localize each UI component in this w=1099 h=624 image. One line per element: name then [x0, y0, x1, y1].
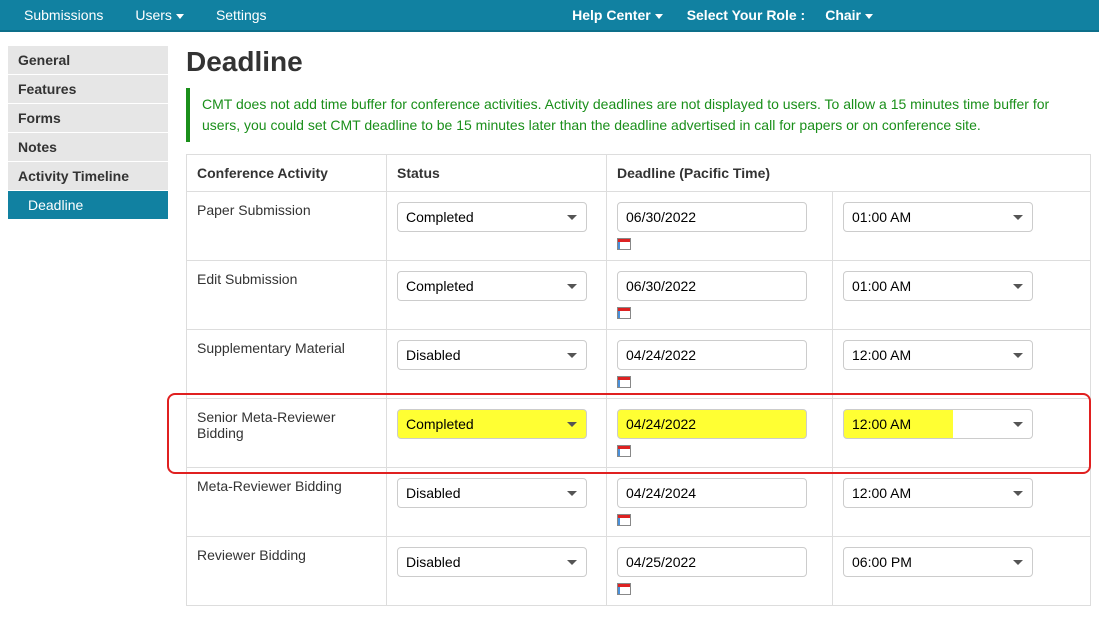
date-cell [607, 537, 833, 606]
time-select[interactable]: 06:00 PM [843, 547, 1033, 577]
th-activity: Conference Activity [187, 155, 387, 192]
date-input[interactable] [617, 202, 807, 232]
calendar-icon[interactable] [617, 307, 631, 319]
date-input[interactable] [617, 547, 807, 577]
status-cell: CompletedDisabled [387, 192, 607, 261]
table-row: Senior Meta-Reviewer Bidding CompletedDis… [187, 399, 1091, 468]
table-row: Reviewer Bidding CompletedDisabled 06:00 P… [187, 537, 1091, 606]
side-notes[interactable]: Notes [8, 133, 168, 162]
side-notes-label: Notes [18, 139, 57, 155]
help-center-label: Help Center [572, 7, 651, 23]
status-cell: CompletedDisabled [387, 399, 607, 468]
date-input[interactable] [617, 409, 807, 439]
nav-submissions-label: Submissions [24, 7, 103, 23]
nav-submissions[interactable]: Submissions [10, 1, 117, 29]
time-select[interactable]: 12:00 AM [843, 409, 1033, 439]
status-cell: CompletedDisabled [387, 261, 607, 330]
table-row: Edit Submission CompletedDisabled 01:00 AM [187, 261, 1091, 330]
time-select[interactable]: 12:00 AM [843, 478, 1033, 508]
calendar-icon[interactable] [617, 514, 631, 526]
th-deadline: Deadline (Pacific Time) [607, 155, 1091, 192]
calendar-icon[interactable] [617, 376, 631, 388]
time-select[interactable]: 01:00 AM [843, 202, 1033, 232]
side-deadline[interactable]: Deadline [8, 191, 168, 219]
side-deadline-label: Deadline [28, 197, 83, 213]
th-status: Status [387, 155, 607, 192]
status-select[interactable]: CompletedDisabled [397, 340, 587, 370]
nav-users-label: Users [135, 7, 172, 23]
side-activity-timeline[interactable]: Activity Timeline [8, 162, 168, 191]
info-alert: CMT does not add time buffer for confere… [186, 88, 1091, 142]
time-cell: 01:00 AM [833, 261, 1091, 330]
side-general[interactable]: General [8, 46, 168, 75]
status-cell: CompletedDisabled [387, 537, 607, 606]
deadline-table: Conference Activity Status Deadline (Pac… [186, 154, 1091, 606]
main: Deadline CMT does not add time buffer fo… [186, 46, 1091, 606]
side-general-label: General [18, 52, 70, 68]
calendar-icon[interactable] [617, 238, 631, 250]
date-cell [607, 399, 833, 468]
side-forms-label: Forms [18, 110, 61, 126]
calendar-icon[interactable] [617, 445, 631, 457]
date-input[interactable] [617, 478, 807, 508]
table-row: Paper Submission CompletedDisabled 01:00 A… [187, 192, 1091, 261]
status-cell: CompletedDisabled [387, 330, 607, 399]
sidebar: General Features Forms Notes Activity Ti… [8, 46, 168, 606]
calendar-icon[interactable] [617, 583, 631, 595]
help-center-link[interactable]: Help Center [558, 1, 677, 29]
side-features[interactable]: Features [8, 75, 168, 104]
table-row: Supplementary Material CompletedDisabled 1… [187, 330, 1091, 399]
status-select[interactable]: CompletedDisabled [397, 478, 587, 508]
side-features-label: Features [18, 81, 76, 97]
status-select[interactable]: CompletedDisabled [397, 202, 587, 232]
status-cell: CompletedDisabled [387, 468, 607, 537]
time-cell: 06:00 PM [833, 537, 1091, 606]
activity-cell: Supplementary Material [187, 330, 387, 399]
status-select[interactable]: CompletedDisabled [397, 409, 587, 439]
date-cell [607, 261, 833, 330]
role-value: Chair [825, 7, 861, 23]
nav-settings-label: Settings [216, 7, 267, 23]
caret-down-icon [176, 14, 184, 19]
topnav-left: Submissions Users Settings [10, 1, 281, 29]
time-cell: 01:00 AM [833, 192, 1091, 261]
time-cell: 12:00 AM [833, 330, 1091, 399]
activity-cell: Edit Submission [187, 261, 387, 330]
role-selector[interactable]: Chair [815, 1, 883, 29]
nav-settings[interactable]: Settings [202, 1, 281, 29]
page-title: Deadline [186, 46, 1091, 78]
side-forms[interactable]: Forms [8, 104, 168, 133]
topnav: Submissions Users Settings Help Center S… [0, 0, 1099, 32]
nav-users[interactable]: Users [121, 1, 198, 29]
date-input[interactable] [617, 271, 807, 301]
side-activity-timeline-label: Activity Timeline [18, 168, 129, 184]
topnav-right: Help Center Select Your Role : Chair [558, 1, 1089, 29]
caret-down-icon [865, 14, 873, 19]
status-select[interactable]: CompletedDisabled [397, 547, 587, 577]
date-cell [607, 330, 833, 399]
date-input[interactable] [617, 340, 807, 370]
activity-cell: Reviewer Bidding [187, 537, 387, 606]
activity-cell: Paper Submission [187, 192, 387, 261]
caret-down-icon [655, 14, 663, 19]
role-label: Select Your Role : [683, 1, 810, 29]
activity-cell: Senior Meta-Reviewer Bidding [187, 399, 387, 468]
time-cell: 12:00 AM [833, 399, 1091, 468]
time-cell: 12:00 AM [833, 468, 1091, 537]
time-select[interactable]: 01:00 AM [843, 271, 1033, 301]
date-cell [607, 192, 833, 261]
date-cell [607, 468, 833, 537]
time-select[interactable]: 12:00 AM [843, 340, 1033, 370]
table-row: Meta-Reviewer Bidding CompletedDisabled 12… [187, 468, 1091, 537]
activity-cell: Meta-Reviewer Bidding [187, 468, 387, 537]
status-select[interactable]: CompletedDisabled [397, 271, 587, 301]
